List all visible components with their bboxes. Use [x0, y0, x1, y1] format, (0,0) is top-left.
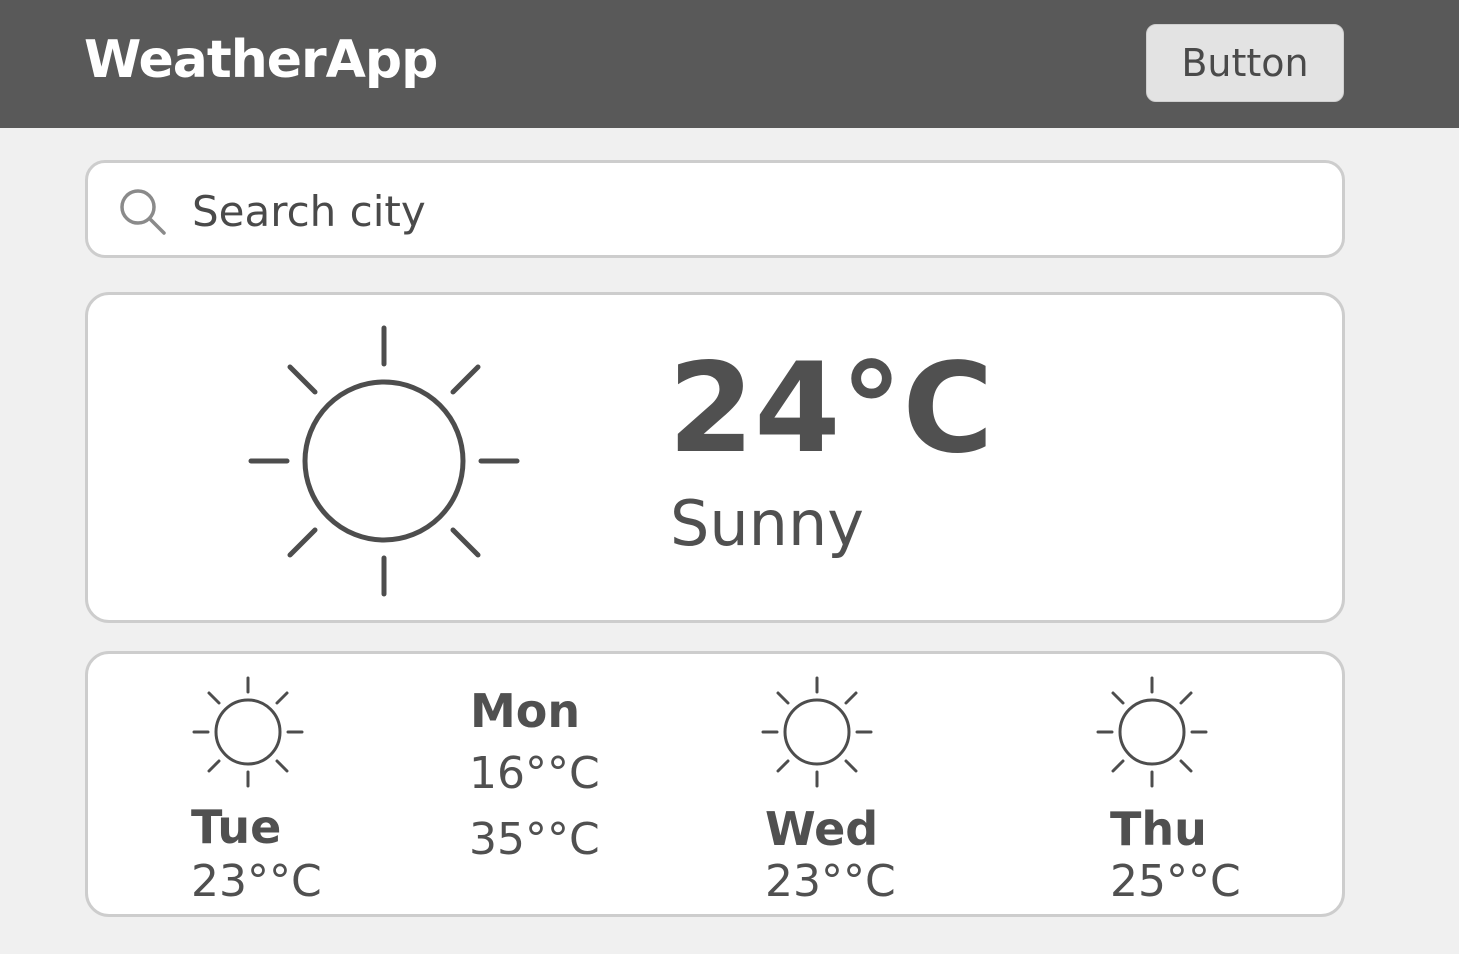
forecast-day-label: Wed — [765, 802, 879, 856]
forecast-card: Tue 23°°C Mon 16°°C 35°°C Wed 23°°C Thu … — [85, 651, 1345, 917]
search-box[interactable] — [85, 160, 1345, 258]
current-temperature: 24°C — [668, 337, 994, 481]
header-button[interactable]: Button — [1146, 24, 1344, 102]
forecast-temp-low: 16°°C — [469, 748, 600, 799]
forecast-temp: 25°°C — [1110, 856, 1241, 907]
sun-icon — [1096, 676, 1208, 788]
search-input[interactable] — [192, 181, 1292, 241]
current-condition: Sunny — [670, 487, 864, 560]
sun-icon — [248, 325, 520, 597]
forecast-day-label: Thu — [1110, 802, 1207, 856]
app-title: WeatherApp — [84, 30, 438, 90]
current-weather-card: 24°C Sunny — [85, 292, 1345, 623]
sun-icon — [761, 676, 873, 788]
forecast-day-label: Mon — [470, 684, 581, 738]
forecast-temp-high: 35°°C — [469, 814, 600, 865]
forecast-temp: 23°°C — [765, 856, 896, 907]
sun-icon — [192, 676, 304, 788]
search-icon — [120, 189, 166, 235]
app-header: WeatherApp Button — [0, 0, 1459, 128]
forecast-day-label: Tue — [191, 800, 282, 854]
forecast-temp: 23°°C — [191, 856, 322, 907]
